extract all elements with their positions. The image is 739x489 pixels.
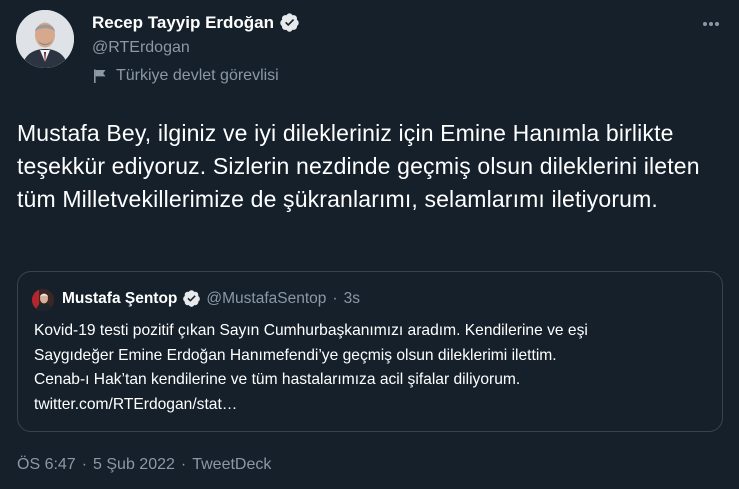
quoted-timestamp[interactable]: 3s xyxy=(344,290,360,308)
government-label[interactable]: Türkiye devlet görevlisi xyxy=(92,67,279,85)
meta-separator-dot: · xyxy=(81,456,88,473)
flag-icon xyxy=(94,69,106,83)
meta-separator-dot: · xyxy=(180,456,187,473)
quoted-author-avatar[interactable] xyxy=(32,289,54,311)
quoted-verified-badge-icon xyxy=(183,290,201,307)
more-horizontal-icon xyxy=(703,22,719,26)
quoted-text-line: Saygıdeğer Emine Erdoğan Hanımefendi’ye … xyxy=(34,346,557,364)
quoted-text-line: Kovid-19 testi pozitif çıkan Sayın Cumhu… xyxy=(34,322,588,339)
tweet-metadata: ÖS 6:47 · 5 Şub 2022 · TweetDeck xyxy=(17,456,271,474)
quoted-text-line: Cenab-ı Hak’tan kendilerine ve tüm hasta… xyxy=(34,371,521,388)
quoted-tweet-link[interactable]: twitter.com/RTErdogan/stat… xyxy=(34,393,714,418)
tweet-text: Mustafa Bey, ilginiz ve iyi dilekleriniz… xyxy=(17,120,700,212)
avatar-photo xyxy=(16,10,74,68)
quoted-separator-dot: · xyxy=(332,289,338,307)
author-handle[interactable]: @RTErdogan xyxy=(92,39,190,57)
quoted-author-handle[interactable]: @MustafaSentop xyxy=(206,290,326,308)
quoted-avatar-photo xyxy=(32,289,54,311)
tweet-source[interactable]: TweetDeck xyxy=(192,456,271,473)
tweet: Recep Tayyip Erdoğan @RTErdogan Türkiye … xyxy=(0,0,739,489)
quoted-author-name[interactable]: Mustafa Şentop xyxy=(62,290,177,308)
tweet-time[interactable]: ÖS 6:47 xyxy=(17,456,76,473)
quoted-tweet-text: Kovid-19 testi pozitif çıkan Sayın Cumhu… xyxy=(34,319,714,417)
government-label-text[interactable]: Türkiye devlet görevlisi xyxy=(116,67,279,85)
quoted-tweet-header: Mustafa Şentop @MustafaSentop · 3s xyxy=(62,289,360,308)
author-name[interactable]: Recep Tayyip Erdoğan xyxy=(92,12,300,33)
author-avatar[interactable] xyxy=(16,10,74,68)
more-options-button[interactable] xyxy=(697,10,725,38)
verified-badge-icon xyxy=(280,13,299,32)
quoted-tweet[interactable]: Mustafa Şentop @MustafaSentop · 3s Kovid… xyxy=(17,271,723,432)
author-name-text[interactable]: Recep Tayyip Erdoğan xyxy=(92,13,274,33)
tweet-date[interactable]: 5 Şub 2022 xyxy=(93,456,175,473)
